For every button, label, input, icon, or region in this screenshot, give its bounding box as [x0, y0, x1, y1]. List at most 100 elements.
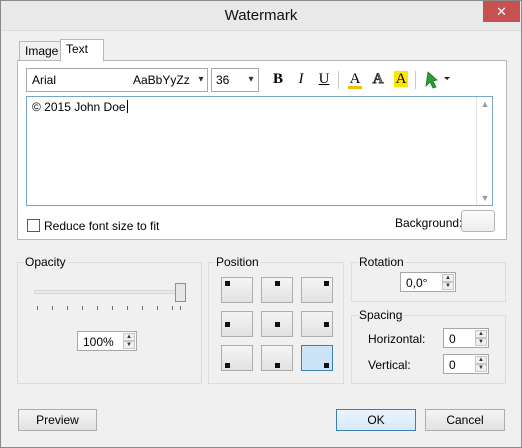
opacity-slider-thumb[interactable] — [175, 283, 186, 302]
text-caret — [126, 100, 128, 113]
position-group: Position — [208, 255, 344, 384]
scroll-up-icon[interactable]: ▲ — [477, 97, 493, 111]
spacing-title: Spacing — [358, 308, 404, 322]
position-dot — [225, 281, 230, 286]
rotation-group: Rotation 0,0° ▲ ▼ — [351, 255, 506, 302]
editor-scrollbar[interactable]: ▲ ▼ — [476, 97, 492, 205]
decrement-icon[interactable]: ▼ — [475, 364, 487, 372]
font-preview: AaBbYyZz — [133, 73, 190, 87]
font-family-select[interactable]: Arial AaBbYyZz ▾ — [26, 68, 208, 92]
vertical-label: Vertical: — [368, 358, 411, 372]
scroll-down-icon[interactable]: ▼ — [477, 191, 493, 205]
horizontal-spacing-value: 0 — [449, 332, 456, 346]
tab-text[interactable]: Text — [60, 39, 104, 62]
toolbar-separator — [415, 71, 416, 89]
position-top-center[interactable] — [261, 277, 293, 303]
spacing-group: Spacing Horizontal: 0 ▲ ▼ Vertical: 0 ▲ … — [351, 308, 506, 384]
position-dot — [275, 322, 280, 327]
slider-tick — [180, 306, 181, 310]
rotation-value: 0,0° — [406, 276, 428, 290]
italic-button[interactable]: I — [290, 68, 312, 90]
opacity-value: 100% — [83, 335, 114, 349]
font-size-select[interactable]: 36 ▾ — [211, 68, 259, 92]
close-button[interactable]: ✕ — [483, 1, 520, 22]
cancel-button[interactable]: Cancel — [425, 409, 505, 431]
vertical-stepper-buttons: ▲ ▼ — [475, 356, 487, 372]
background-color-button[interactable] — [461, 210, 495, 232]
font-size-value: 36 — [216, 73, 230, 87]
opacity-stepper[interactable]: 100% ▲ ▼ — [77, 331, 137, 351]
highlight-button[interactable]: A — [390, 68, 412, 90]
slider-tick — [172, 306, 173, 310]
horizontal-stepper-buttons: ▲ ▼ — [475, 330, 487, 346]
decrement-icon[interactable]: ▼ — [475, 338, 487, 346]
rotation-stepper-buttons: ▲ ▼ — [442, 274, 454, 290]
position-top-right[interactable] — [301, 277, 333, 303]
vertical-spacing-stepper[interactable]: 0 ▲ ▼ — [443, 354, 489, 374]
ok-button[interactable]: OK — [336, 409, 416, 431]
reduce-font-checkbox[interactable] — [27, 219, 40, 232]
slider-tick — [127, 306, 128, 310]
increment-icon[interactable]: ▲ — [442, 274, 454, 282]
slider-tick — [97, 306, 98, 310]
bold-button[interactable]: B — [267, 68, 289, 90]
increment-icon[interactable]: ▲ — [123, 333, 135, 341]
reduce-font-label: Reduce font size to fit — [44, 219, 160, 233]
title-bar: Watermark ✕ — [1, 1, 521, 31]
font-color-button[interactable]: A — [344, 68, 366, 90]
decrement-icon[interactable]: ▼ — [442, 282, 454, 290]
font-color-indicator — [348, 86, 362, 89]
opacity-stepper-buttons: ▲ ▼ — [123, 333, 135, 349]
opacity-slider-track[interactable] — [34, 290, 186, 294]
chevron-down-icon: ▾ — [198, 74, 204, 85]
position-dot — [275, 363, 280, 368]
decrement-icon[interactable]: ▼ — [123, 341, 135, 349]
underline-button[interactable]: U — [313, 68, 335, 90]
preview-button[interactable]: Preview — [18, 409, 97, 431]
position-title: Position — [215, 255, 260, 269]
chevron-down-icon: ▾ — [248, 74, 254, 85]
position-dot — [275, 281, 280, 286]
watermark-text: © 2015 John Doe — [32, 100, 128, 114]
rotation-stepper[interactable]: 0,0° ▲ ▼ — [400, 272, 456, 292]
position-dot — [324, 363, 329, 368]
position-bottom-left[interactable] — [221, 345, 253, 371]
position-dot — [225, 322, 230, 327]
slider-tick — [67, 306, 68, 310]
slider-tick — [112, 306, 113, 310]
window-title: Watermark — [224, 7, 298, 24]
position-dot — [324, 281, 329, 286]
position-top-left[interactable] — [221, 277, 253, 303]
opacity-group: Opacity 100% ▲ ▼ — [17, 255, 202, 384]
rotation-title: Rotation — [358, 255, 405, 269]
highlight-icon: A — [393, 71, 409, 87]
shadow-effect-button[interactable] — [420, 68, 454, 90]
background-label: Background: — [395, 216, 463, 230]
position-center[interactable] — [261, 311, 293, 337]
increment-icon[interactable]: ▲ — [475, 356, 487, 364]
slider-tick — [52, 306, 53, 310]
position-middle-left[interactable] — [221, 311, 253, 337]
watermark-dialog: Watermark ✕ Image Text Arial AaBbYyZz ▾ … — [0, 0, 522, 448]
shadow-effect-icon — [425, 71, 450, 89]
outline-icon: A — [372, 71, 384, 88]
font-family-value: Arial — [32, 73, 57, 87]
position-bottom-center[interactable] — [261, 345, 293, 371]
text-tab-panel: Arial AaBbYyZz ▾ 36 ▾ B I U A A A © 2015… — [17, 60, 507, 240]
watermark-text-editor[interactable]: © 2015 John Doe ▲ ▼ — [26, 96, 493, 206]
horizontal-spacing-stepper[interactable]: 0 ▲ ▼ — [443, 328, 489, 348]
font-color-icon: A — [349, 71, 361, 87]
toolbar-separator — [338, 71, 339, 89]
slider-tick — [37, 306, 38, 310]
slider-tick — [157, 306, 158, 310]
position-bottom-right[interactable] — [301, 345, 333, 371]
increment-icon[interactable]: ▲ — [475, 330, 487, 338]
position-middle-right[interactable] — [301, 311, 333, 337]
slider-tick — [82, 306, 83, 310]
vertical-spacing-value: 0 — [449, 358, 456, 372]
text-outline-button[interactable]: A — [367, 68, 389, 90]
horizontal-label: Horizontal: — [368, 332, 426, 346]
opacity-title: Opacity — [24, 255, 67, 269]
tab-image[interactable]: Image — [19, 41, 65, 62]
slider-tick — [142, 306, 143, 310]
